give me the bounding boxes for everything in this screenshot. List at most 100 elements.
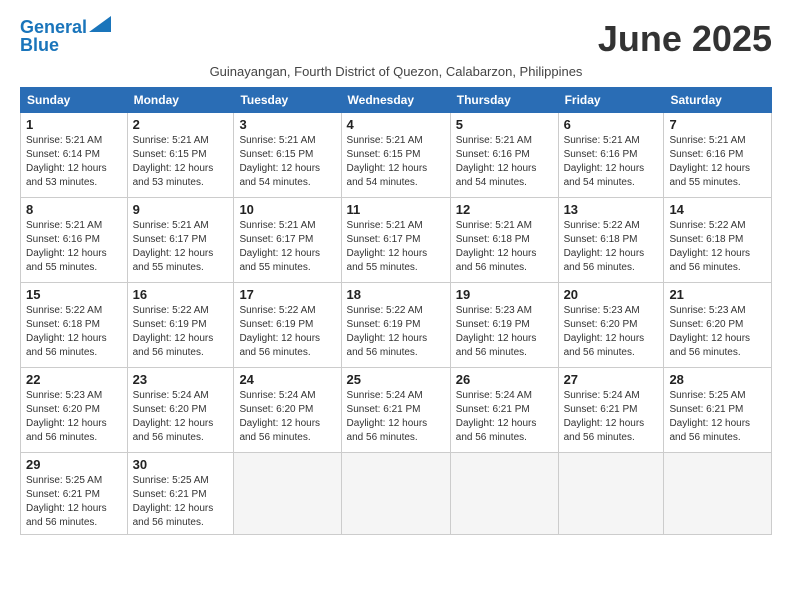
logo-icon <box>89 16 111 32</box>
table-row: 15 Sunrise: 5:22 AM Sunset: 6:18 PM Dayl… <box>21 283 128 368</box>
day-info: Sunrise: 5:22 AM Sunset: 6:18 PM Dayligh… <box>564 219 659 275</box>
day-info: Sunrise: 5:21 AM Sunset: 6:15 PM Dayligh… <box>347 134 445 190</box>
day-number: 27 <box>564 372 659 387</box>
table-row: 8 Sunrise: 5:21 AM Sunset: 6:16 PM Dayli… <box>21 198 128 283</box>
table-row: 20 Sunrise: 5:23 AM Sunset: 6:20 PM Dayl… <box>558 283 664 368</box>
day-info: Sunrise: 5:21 AM Sunset: 6:16 PM Dayligh… <box>26 219 122 275</box>
header: General Blue June 2025 <box>20 18 772 60</box>
day-number: 22 <box>26 372 122 387</box>
table-row: 28 Sunrise: 5:25 AM Sunset: 6:21 PM Dayl… <box>664 368 772 453</box>
day-number: 6 <box>564 117 659 132</box>
day-info: Sunrise: 5:23 AM Sunset: 6:20 PM Dayligh… <box>564 304 659 360</box>
day-number: 28 <box>669 372 766 387</box>
table-row: 1 Sunrise: 5:21 AM Sunset: 6:14 PM Dayli… <box>21 113 128 198</box>
day-info: Sunrise: 5:24 AM Sunset: 6:21 PM Dayligh… <box>347 389 445 445</box>
day-info: Sunrise: 5:24 AM Sunset: 6:21 PM Dayligh… <box>456 389 553 445</box>
table-row: 5 Sunrise: 5:21 AM Sunset: 6:16 PM Dayli… <box>450 113 558 198</box>
day-info: Sunrise: 5:21 AM Sunset: 6:16 PM Dayligh… <box>669 134 766 190</box>
day-info: Sunrise: 5:21 AM Sunset: 6:16 PM Dayligh… <box>456 134 553 190</box>
day-number: 7 <box>669 117 766 132</box>
table-row: 27 Sunrise: 5:24 AM Sunset: 6:21 PM Dayl… <box>558 368 664 453</box>
day-info: Sunrise: 5:24 AM Sunset: 6:20 PM Dayligh… <box>133 389 229 445</box>
day-info: Sunrise: 5:22 AM Sunset: 6:19 PM Dayligh… <box>239 304 335 360</box>
calendar: Sunday Monday Tuesday Wednesday Thursday… <box>20 87 772 535</box>
day-info: Sunrise: 5:22 AM Sunset: 6:18 PM Dayligh… <box>26 304 122 360</box>
table-row: 21 Sunrise: 5:23 AM Sunset: 6:20 PM Dayl… <box>664 283 772 368</box>
table-row: 4 Sunrise: 5:21 AM Sunset: 6:15 PM Dayli… <box>341 113 450 198</box>
col-friday: Friday <box>558 88 664 113</box>
col-sunday: Sunday <box>21 88 128 113</box>
day-info: Sunrise: 5:22 AM Sunset: 6:18 PM Dayligh… <box>669 219 766 275</box>
logo: General Blue <box>20 18 111 56</box>
table-row <box>234 453 341 535</box>
table-row: 2 Sunrise: 5:21 AM Sunset: 6:15 PM Dayli… <box>127 113 234 198</box>
day-info: Sunrise: 5:22 AM Sunset: 6:19 PM Dayligh… <box>133 304 229 360</box>
day-number: 16 <box>133 287 229 302</box>
day-number: 10 <box>239 202 335 217</box>
col-monday: Monday <box>127 88 234 113</box>
day-info: Sunrise: 5:21 AM Sunset: 6:15 PM Dayligh… <box>133 134 229 190</box>
table-row: 13 Sunrise: 5:22 AM Sunset: 6:18 PM Dayl… <box>558 198 664 283</box>
day-info: Sunrise: 5:25 AM Sunset: 6:21 PM Dayligh… <box>669 389 766 445</box>
day-number: 21 <box>669 287 766 302</box>
logo-blue: Blue <box>20 36 59 56</box>
day-number: 26 <box>456 372 553 387</box>
table-row: 9 Sunrise: 5:21 AM Sunset: 6:17 PM Dayli… <box>127 198 234 283</box>
day-info: Sunrise: 5:23 AM Sunset: 6:19 PM Dayligh… <box>456 304 553 360</box>
day-number: 9 <box>133 202 229 217</box>
col-wednesday: Wednesday <box>341 88 450 113</box>
table-row <box>664 453 772 535</box>
day-number: 24 <box>239 372 335 387</box>
day-info: Sunrise: 5:25 AM Sunset: 6:21 PM Dayligh… <box>26 474 122 530</box>
day-number: 25 <box>347 372 445 387</box>
table-row: 16 Sunrise: 5:22 AM Sunset: 6:19 PM Dayl… <box>127 283 234 368</box>
day-info: Sunrise: 5:21 AM Sunset: 6:15 PM Dayligh… <box>239 134 335 190</box>
table-row: 12 Sunrise: 5:21 AM Sunset: 6:18 PM Dayl… <box>450 198 558 283</box>
day-info: Sunrise: 5:21 AM Sunset: 6:18 PM Dayligh… <box>456 219 553 275</box>
table-row: 3 Sunrise: 5:21 AM Sunset: 6:15 PM Dayli… <box>234 113 341 198</box>
day-info: Sunrise: 5:21 AM Sunset: 6:17 PM Dayligh… <box>133 219 229 275</box>
day-info: Sunrise: 5:21 AM Sunset: 6:16 PM Dayligh… <box>564 134 659 190</box>
day-info: Sunrise: 5:21 AM Sunset: 6:17 PM Dayligh… <box>347 219 445 275</box>
day-number: 18 <box>347 287 445 302</box>
day-number: 14 <box>669 202 766 217</box>
day-number: 13 <box>564 202 659 217</box>
day-number: 8 <box>26 202 122 217</box>
table-row: 30 Sunrise: 5:25 AM Sunset: 6:21 PM Dayl… <box>127 453 234 535</box>
table-row: 7 Sunrise: 5:21 AM Sunset: 6:16 PM Dayli… <box>664 113 772 198</box>
day-number: 20 <box>564 287 659 302</box>
day-number: 1 <box>26 117 122 132</box>
day-number: 17 <box>239 287 335 302</box>
col-thursday: Thursday <box>450 88 558 113</box>
table-row: 24 Sunrise: 5:24 AM Sunset: 6:20 PM Dayl… <box>234 368 341 453</box>
day-number: 19 <box>456 287 553 302</box>
table-row: 26 Sunrise: 5:24 AM Sunset: 6:21 PM Dayl… <box>450 368 558 453</box>
table-row <box>558 453 664 535</box>
day-info: Sunrise: 5:25 AM Sunset: 6:21 PM Dayligh… <box>133 474 229 530</box>
day-info: Sunrise: 5:23 AM Sunset: 6:20 PM Dayligh… <box>26 389 122 445</box>
table-row: 29 Sunrise: 5:25 AM Sunset: 6:21 PM Dayl… <box>21 453 128 535</box>
month-title: June 2025 <box>598 18 772 60</box>
page: General Blue June 2025 Guinayangan, Four… <box>0 0 792 545</box>
day-info: Sunrise: 5:21 AM Sunset: 6:17 PM Dayligh… <box>239 219 335 275</box>
table-row: 25 Sunrise: 5:24 AM Sunset: 6:21 PM Dayl… <box>341 368 450 453</box>
day-number: 15 <box>26 287 122 302</box>
day-info: Sunrise: 5:24 AM Sunset: 6:20 PM Dayligh… <box>239 389 335 445</box>
table-row: 19 Sunrise: 5:23 AM Sunset: 6:19 PM Dayl… <box>450 283 558 368</box>
day-number: 29 <box>26 457 122 472</box>
table-row: 11 Sunrise: 5:21 AM Sunset: 6:17 PM Dayl… <box>341 198 450 283</box>
day-number: 2 <box>133 117 229 132</box>
table-row <box>450 453 558 535</box>
day-info: Sunrise: 5:22 AM Sunset: 6:19 PM Dayligh… <box>347 304 445 360</box>
col-saturday: Saturday <box>664 88 772 113</box>
table-row: 17 Sunrise: 5:22 AM Sunset: 6:19 PM Dayl… <box>234 283 341 368</box>
col-tuesday: Tuesday <box>234 88 341 113</box>
day-info: Sunrise: 5:21 AM Sunset: 6:14 PM Dayligh… <box>26 134 122 190</box>
day-number: 23 <box>133 372 229 387</box>
table-row: 22 Sunrise: 5:23 AM Sunset: 6:20 PM Dayl… <box>21 368 128 453</box>
day-number: 4 <box>347 117 445 132</box>
subtitle: Guinayangan, Fourth District of Quezon, … <box>20 64 772 79</box>
day-number: 11 <box>347 202 445 217</box>
day-number: 12 <box>456 202 553 217</box>
table-row: 6 Sunrise: 5:21 AM Sunset: 6:16 PM Dayli… <box>558 113 664 198</box>
